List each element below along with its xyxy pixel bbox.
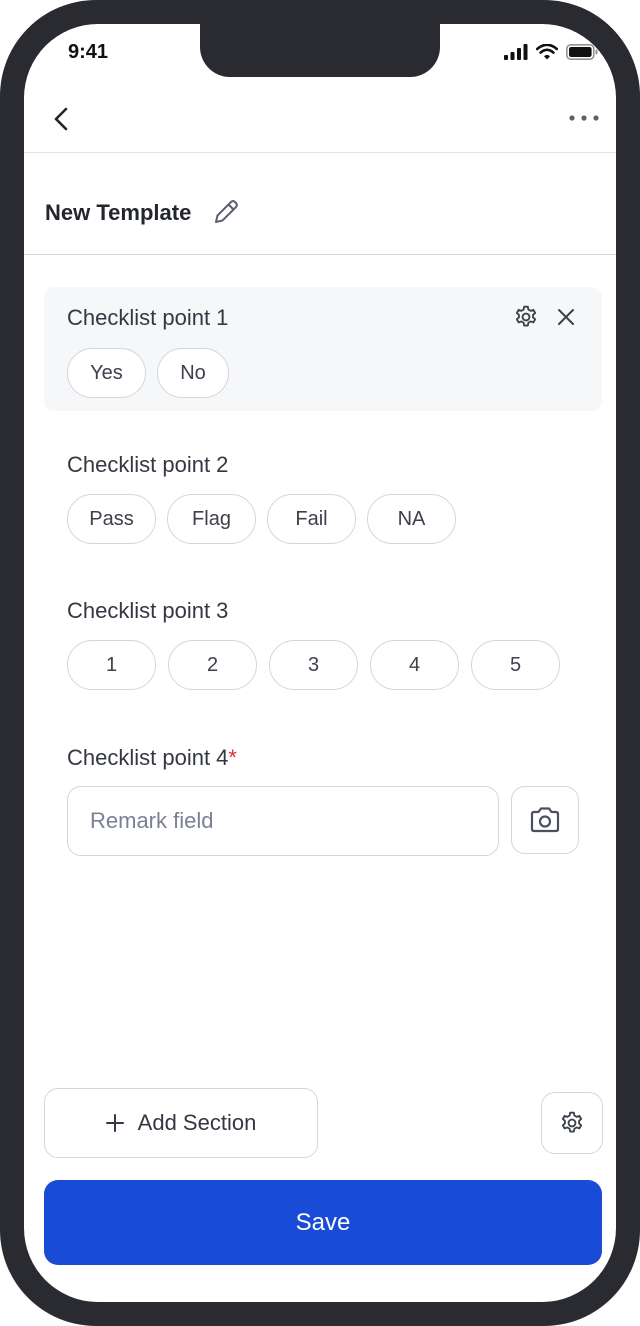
remark-input[interactable] [67, 786, 499, 856]
device-notch [200, 24, 440, 77]
option-no-chip[interactable]: No [157, 348, 229, 398]
checklist-point-3-options: 1 2 3 4 5 [67, 640, 560, 690]
more-options-button[interactable] [568, 108, 600, 128]
pencil-icon [215, 200, 238, 223]
save-button[interactable]: Save [44, 1180, 602, 1265]
phone-frame: 9:41 New Template Checklist point 1 Yes … [0, 0, 640, 1326]
status-icons [504, 44, 598, 60]
point-settings-button[interactable] [512, 303, 540, 331]
remove-point-button[interactable] [552, 303, 580, 331]
template-title-row: New Template [24, 153, 616, 255]
checklist-point-1-options: Yes No [67, 348, 229, 398]
close-icon [558, 309, 574, 325]
signal-icon [504, 44, 528, 60]
camera-icon [530, 807, 560, 833]
more-horizontal-icon [569, 115, 599, 121]
gear-icon [515, 305, 537, 327]
gear-icon [561, 1111, 583, 1133]
option-fail-chip[interactable]: Fail [267, 494, 356, 544]
add-section-button[interactable]: Add Section [44, 1088, 318, 1158]
rating-1-chip[interactable]: 1 [67, 640, 156, 690]
option-na-chip[interactable]: NA [367, 494, 456, 544]
checklist-point-4-text: Checklist point 4 [67, 745, 229, 770]
wifi-icon [536, 44, 558, 60]
option-yes-chip[interactable]: Yes [67, 348, 146, 398]
chevron-left-icon [54, 107, 68, 131]
rating-4-chip[interactable]: 4 [370, 640, 459, 690]
option-flag-chip[interactable]: Flag [167, 494, 256, 544]
checklist-point-1-label: Checklist point 1 [67, 305, 229, 330]
add-section-label: Add Section [137, 1110, 257, 1135]
page-title: New Template [45, 200, 192, 225]
battery-icon [566, 44, 598, 60]
rating-3-chip[interactable]: 3 [269, 640, 358, 690]
required-mark: * [228, 745, 237, 770]
edit-title-button[interactable] [212, 198, 240, 226]
checklist-point-2-label: Checklist point 2 [67, 452, 229, 477]
add-photo-button[interactable] [511, 786, 579, 854]
checklist-point-4-label: Checklist point 4* [67, 745, 237, 771]
checklist-point-2-options: Pass Flag Fail NA [67, 494, 456, 544]
plus-icon [105, 1114, 124, 1132]
checklist-point-3-label: Checklist point 3 [67, 598, 229, 623]
rating-5-chip[interactable]: 5 [471, 640, 560, 690]
nav-bar [24, 94, 616, 153]
app-screen: 9:41 New Template Checklist point 1 Yes … [24, 24, 616, 1302]
rating-2-chip[interactable]: 2 [168, 640, 257, 690]
template-settings-button[interactable] [541, 1092, 603, 1154]
status-time: 9:41 [68, 41, 109, 63]
back-button[interactable] [48, 106, 74, 132]
option-pass-chip[interactable]: Pass [67, 494, 156, 544]
